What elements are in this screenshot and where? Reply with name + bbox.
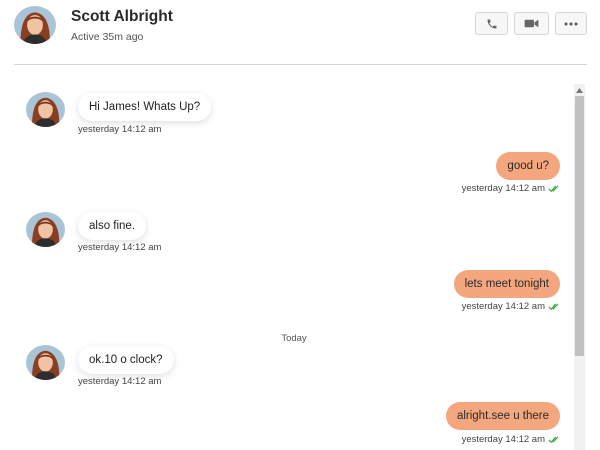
message-time: yesterday 14:12 am (461, 301, 545, 312)
message-meta: yesterday 14:12 am (462, 301, 560, 312)
sender-avatar (26, 212, 65, 247)
message-bubble-incoming[interactable]: Hi James! Whats Up? (78, 93, 212, 121)
phone-icon (487, 19, 496, 28)
message-time: yesterday 14:12 am (461, 434, 545, 445)
header-divider (14, 64, 587, 65)
day-separator: Today (281, 333, 307, 344)
message-bubble-incoming[interactable]: also fine. (78, 212, 147, 240)
message-meta: yesterday 14:12 am (462, 434, 560, 445)
double-check-icon (548, 303, 559, 311)
more-options-icon (564, 22, 578, 25)
scroll-up-button[interactable] (574, 84, 585, 96)
chat-header: Scott Albright Active 35m ago (0, 0, 600, 66)
scroll-up-arrow-icon (576, 87, 583, 93)
message-time: yesterday 14:12 am (78, 242, 162, 253)
video-camera-icon (524, 19, 539, 28)
more-options-button[interactable] (555, 12, 587, 35)
user-avatar-icon (14, 6, 56, 44)
sender-avatar (26, 92, 65, 127)
video-call-button[interactable] (514, 12, 549, 35)
message-bubble-incoming[interactable]: ok.10 o clock? (78, 346, 174, 374)
contact-status: Active 35m ago (71, 31, 144, 43)
message-time: yesterday 14:12 am (461, 183, 545, 194)
sender-avatar (26, 345, 65, 380)
message-time: yesterday 14:12 am (78, 376, 162, 387)
user-avatar-icon (26, 212, 65, 247)
call-button[interactable] (475, 12, 508, 35)
scrollbar-thumb[interactable] (575, 96, 584, 356)
message-bubble-outgoing[interactable]: alright.see u there (445, 402, 560, 430)
double-check-icon (548, 185, 559, 193)
double-check-icon (548, 436, 559, 444)
message-meta: yesterday 14:12 am (462, 183, 560, 194)
message-bubble-outgoing[interactable]: good u? (496, 152, 560, 180)
contact-avatar[interactable] (14, 6, 56, 44)
user-avatar-icon (26, 345, 65, 380)
user-avatar-icon (26, 92, 65, 127)
message-time: yesterday 14:12 am (78, 124, 162, 135)
contact-name: Scott Albright (71, 8, 173, 25)
message-bubble-outgoing[interactable]: lets meet tonight (453, 270, 560, 298)
message-scrollbar[interactable] (574, 84, 585, 450)
